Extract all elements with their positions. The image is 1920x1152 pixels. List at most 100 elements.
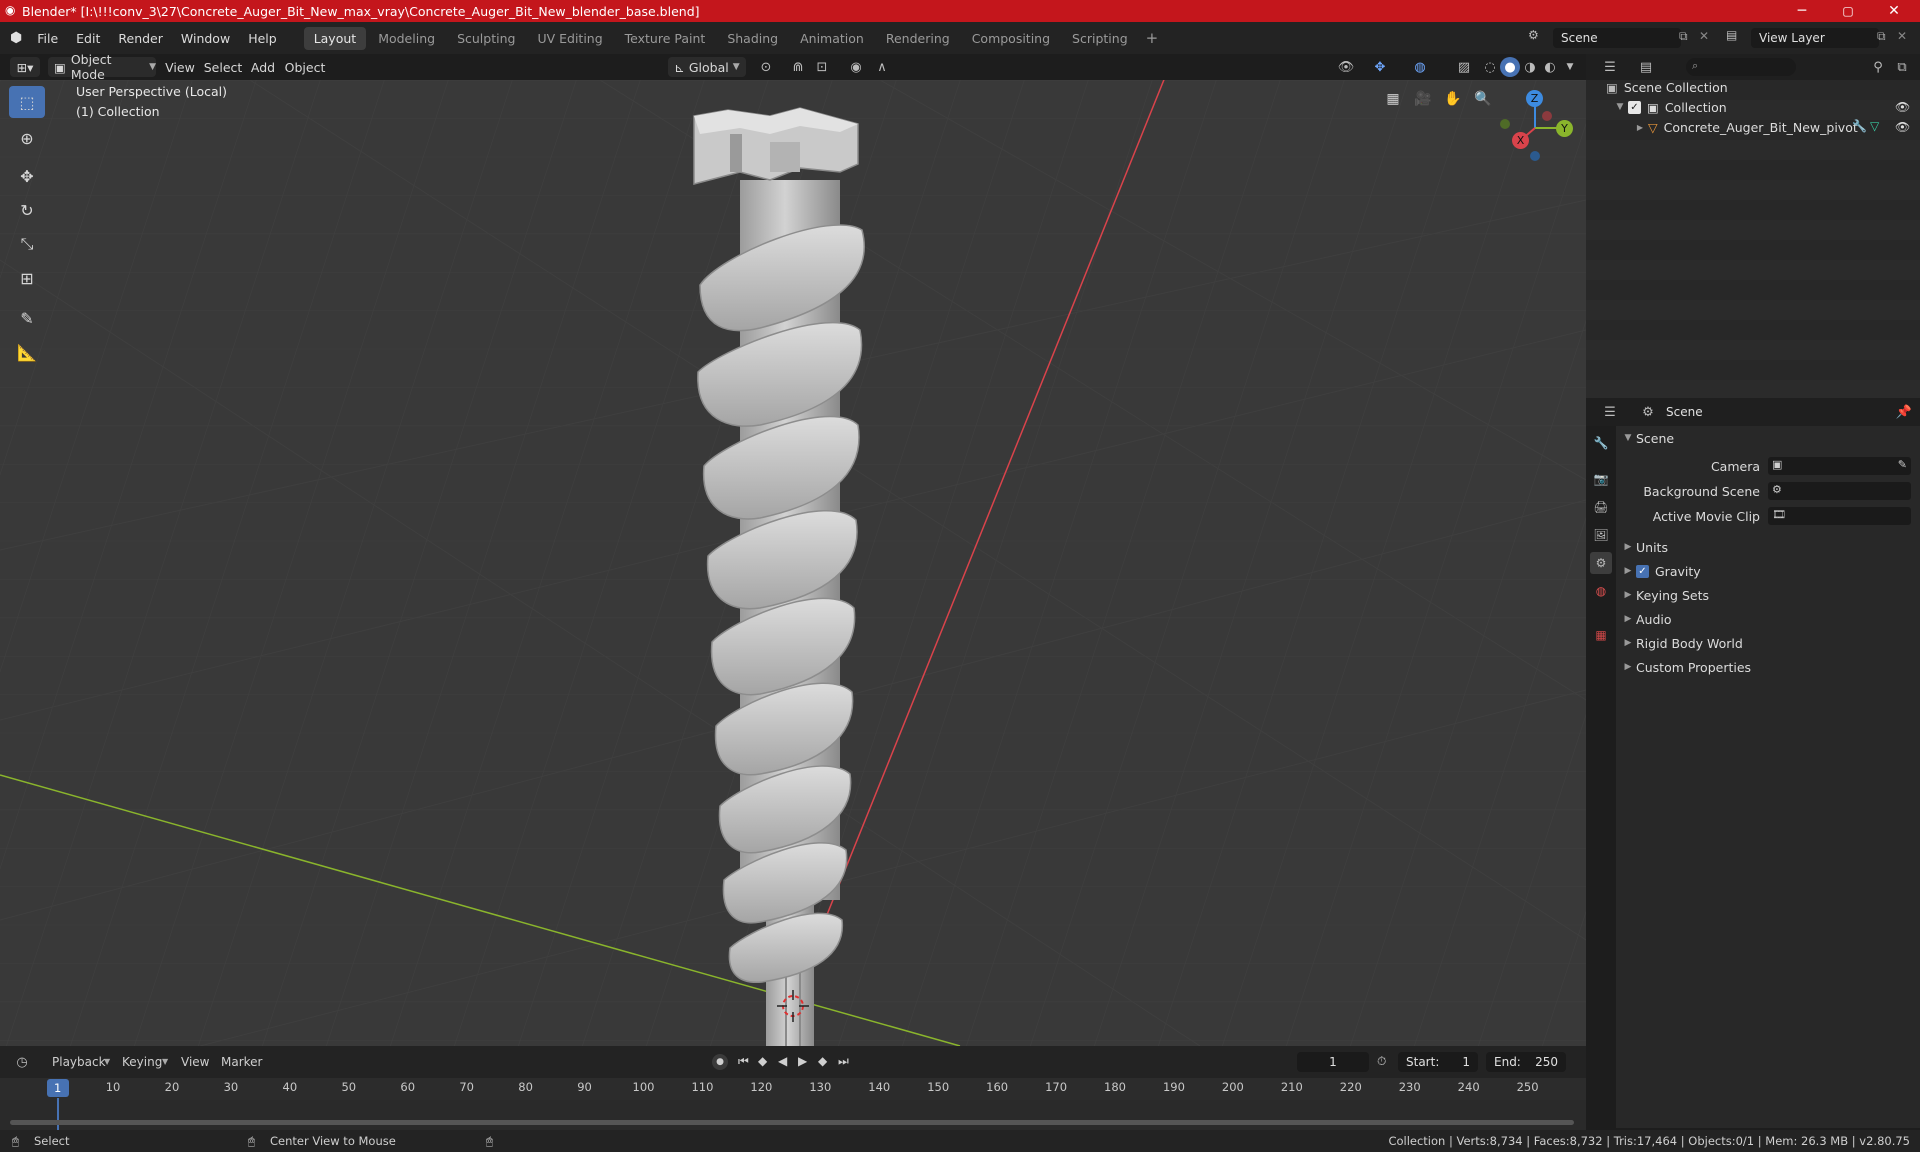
- panel-units[interactable]: ▶ Units: [1620, 536, 1920, 558]
- end-frame-field[interactable]: End: 250: [1486, 1052, 1566, 1072]
- gizmo-z-axis-button[interactable]: Z: [1526, 90, 1543, 107]
- panel-rigid-body-world[interactable]: ▶ Rigid Body World: [1620, 632, 1920, 654]
- scale-tool[interactable]: ⤡: [9, 228, 45, 260]
- menu-window[interactable]: Window: [172, 31, 239, 46]
- mode-dropdown[interactable]: ▣ Object Mode ▼: [48, 52, 156, 82]
- workspace-tab-uv-editing[interactable]: UV Editing: [527, 27, 612, 50]
- cursor-tool[interactable]: ⊕: [9, 122, 45, 154]
- collection-visibility-eye-icon[interactable]: 👁: [1895, 100, 1910, 114]
- jump-start-icon[interactable]: ⏮: [738, 1054, 749, 1069]
- gizmo-toggle-icon[interactable]: ✥: [1370, 57, 1390, 77]
- menu-render[interactable]: Render: [109, 31, 172, 46]
- new-view-layer-icon[interactable]: ⧉: [1877, 29, 1886, 44]
- add-workspace-button[interactable]: +: [1140, 27, 1165, 49]
- delete-view-layer-icon[interactable]: ✕: [1897, 29, 1907, 43]
- timeline-menu-keying[interactable]: Keying: [122, 1055, 162, 1069]
- visibility-selectability-icon[interactable]: 👁: [1336, 57, 1356, 77]
- snap-icon[interactable]: ⋒: [788, 57, 808, 77]
- scene-section-header[interactable]: ▼ Scene: [1620, 427, 1920, 449]
- current-frame-field[interactable]: 1: [1297, 1052, 1369, 1072]
- blender-menu-icon[interactable]: ⬢: [10, 30, 22, 46]
- active-movie-clip-field[interactable]: 🎞: [1768, 507, 1911, 525]
- jump-end-icon[interactable]: ⏭: [838, 1054, 849, 1069]
- tool-tab-icon[interactable]: 🔧: [1590, 432, 1612, 454]
- viewport-menu-object[interactable]: Object: [282, 57, 328, 77]
- stopwatch-icon[interactable]: ⏱: [1377, 1054, 1386, 1069]
- pin-icon[interactable]: 📌: [1894, 402, 1914, 422]
- background-scene-field[interactable]: ⚙: [1768, 482, 1911, 500]
- workspace-tab-scripting[interactable]: Scripting: [1062, 27, 1138, 50]
- 3d-viewport[interactable]: Z Y X ▦ 🎥 ✋ 🔍 User Perspective (Local) (…: [0, 80, 1586, 1046]
- scene-tab-icon[interactable]: ⚙: [1590, 552, 1612, 574]
- collection-exclude-checkbox[interactable]: ✓: [1628, 100, 1641, 114]
- timeline-menu-playback[interactable]: Playback: [52, 1055, 106, 1069]
- menu-edit[interactable]: Edit: [67, 31, 109, 46]
- scene-browse-icon[interactable]: ⚙: [1528, 28, 1539, 42]
- menu-file[interactable]: File: [28, 31, 67, 46]
- select-box-tool[interactable]: ⬚: [9, 86, 45, 118]
- rotate-tool[interactable]: ↻: [9, 194, 45, 226]
- outliner-row-collection[interactable]: ▼ ✓ ▣ Collection: [1612, 96, 1912, 118]
- workspace-tab-shading[interactable]: Shading: [717, 27, 788, 50]
- snap-target-icon[interactable]: ⊡: [812, 57, 832, 77]
- view-layer-tab-icon[interactable]: 🖼: [1590, 524, 1612, 546]
- scene-selector[interactable]: Scene: [1553, 28, 1681, 48]
- workspace-tab-animation[interactable]: Animation: [790, 27, 874, 50]
- panel-keying-sets[interactable]: ▶ Keying Sets: [1620, 584, 1920, 606]
- workspace-tab-texture-paint[interactable]: Texture Paint: [615, 27, 716, 50]
- render-tab-icon[interactable]: 📷: [1590, 468, 1612, 490]
- maximize-button[interactable]: ▢: [1828, 0, 1868, 22]
- transform-tool[interactable]: ⊞: [9, 262, 45, 294]
- timeline-editor-type-icon[interactable]: ◷: [12, 1052, 32, 1072]
- expand-arrow-icon[interactable]: ▶: [1632, 123, 1648, 132]
- pivot-point-icon[interactable]: ⊙: [756, 57, 776, 77]
- viewport-menu-select[interactable]: Select: [202, 57, 244, 77]
- overlay-toggle-icon[interactable]: ◍: [1410, 57, 1430, 77]
- zoom-icon[interactable]: 🔍: [1471, 87, 1495, 111]
- workspace-tab-modeling[interactable]: Modeling: [368, 27, 445, 50]
- filter-icon[interactable]: ⚲: [1868, 57, 1888, 77]
- gravity-checkbox[interactable]: ✓: [1636, 564, 1649, 578]
- prev-keyframe-icon[interactable]: ◆: [758, 1054, 767, 1068]
- move-tool[interactable]: ✥: [9, 160, 45, 192]
- outliner-search-input[interactable]: ⌕: [1686, 58, 1796, 76]
- workspace-tab-sculpting[interactable]: Sculpting: [447, 27, 525, 50]
- gizmo-x-axis-button[interactable]: X: [1512, 132, 1529, 149]
- object-visibility-eye-icon[interactable]: 👁: [1895, 120, 1910, 134]
- start-frame-field[interactable]: Start: 1: [1398, 1052, 1478, 1072]
- editor-type-button[interactable]: ⊞▾: [10, 57, 40, 77]
- panel-gravity[interactable]: ▶ ✓ Gravity: [1620, 560, 1920, 582]
- gizmo-y-axis-button[interactable]: Y: [1556, 120, 1573, 137]
- workspace-tab-compositing[interactable]: Compositing: [962, 27, 1060, 50]
- viewport-menu-add[interactable]: Add: [248, 57, 278, 77]
- output-tab-icon[interactable]: 🖨: [1590, 496, 1612, 518]
- play-reverse-icon[interactable]: ◀: [778, 1054, 787, 1068]
- pan-hand-icon[interactable]: ✋: [1441, 87, 1465, 111]
- annotate-tool[interactable]: ✎: [9, 302, 45, 334]
- panel-audio[interactable]: ▶ Audio: [1620, 608, 1920, 630]
- expand-arrow-icon[interactable]: ▼: [1612, 102, 1628, 112]
- texture-tab-icon[interactable]: ▦: [1590, 624, 1612, 646]
- workspace-tab-rendering[interactable]: Rendering: [876, 27, 960, 50]
- material-shading-icon[interactable]: ◑: [1520, 57, 1540, 77]
- solid-shading-icon[interactable]: ●: [1500, 57, 1520, 77]
- modifier-wrench-icon[interactable]: 🔧: [1852, 119, 1867, 133]
- xray-toggle-icon[interactable]: ▨: [1454, 57, 1474, 77]
- minimize-button[interactable]: ─: [1782, 0, 1822, 22]
- world-tab-icon[interactable]: ◍: [1590, 580, 1612, 602]
- camera-view-icon[interactable]: 🎥: [1411, 87, 1435, 111]
- transform-orientation-dropdown[interactable]: ⊾ Global ▼: [668, 57, 746, 77]
- wireframe-shading-icon[interactable]: ◌: [1480, 57, 1500, 77]
- outliner-row-scene-collection[interactable]: ▣ Scene Collection: [1606, 76, 1906, 98]
- camera-field[interactable]: ▣ ✎: [1768, 457, 1911, 475]
- panel-custom-properties[interactable]: ▶ Custom Properties: [1620, 656, 1920, 678]
- play-icon[interactable]: ▶: [798, 1054, 807, 1068]
- view-layer-browse-icon[interactable]: ▤: [1726, 28, 1737, 42]
- measure-tool[interactable]: 📐: [9, 336, 45, 368]
- rendered-shading-icon[interactable]: ◐: [1540, 57, 1560, 77]
- properties-editor-type-icon[interactable]: ☰: [1600, 402, 1620, 422]
- view-layer-selector[interactable]: View Layer: [1751, 28, 1879, 48]
- eyedropper-icon[interactable]: ✎: [1898, 458, 1907, 471]
- close-button[interactable]: ✕: [1874, 0, 1914, 22]
- mesh-data-icon[interactable]: ▽: [1870, 119, 1879, 133]
